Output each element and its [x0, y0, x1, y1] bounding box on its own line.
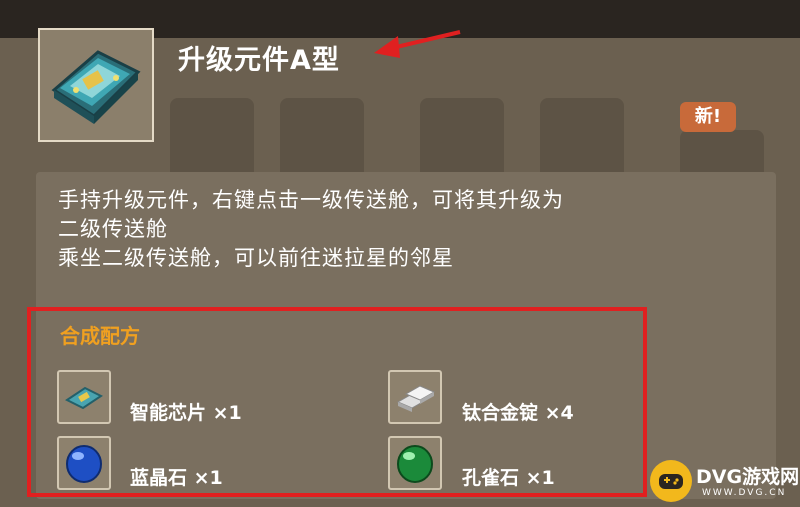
description-line: 二级传送舱 — [58, 217, 168, 241]
chip-icon — [57, 370, 111, 424]
ingredient-name: 钛合金锭 — [462, 402, 539, 424]
blue-crystal-icon — [57, 436, 111, 490]
gamepad-logo-icon — [650, 460, 692, 502]
new-badge: 新! — [680, 102, 736, 132]
ingredient-label: 蓝晶石 ×1 — [130, 463, 223, 490]
ingredient-quantity: ×1 — [525, 467, 555, 489]
inventory-slot[interactable] — [170, 98, 254, 180]
inventory-slot[interactable] — [420, 98, 504, 180]
watermark-url: WWW.DVG.CN — [702, 488, 787, 498]
ingredient-quantity: ×1 — [193, 467, 223, 489]
description-line: 手持升级元件，右键点击一级传送舱，可将其升级为 — [58, 188, 564, 212]
item-icon-frame — [38, 28, 154, 142]
annotation-arrow-icon — [374, 30, 461, 58]
item-description: 手持升级元件，右键点击一级传送舱，可将其升级为 二级传送舱 乘坐二级传送舱，可以… — [58, 186, 758, 273]
inventory-slot[interactable] — [540, 98, 624, 180]
ingredient-quantity: ×1 — [212, 402, 242, 424]
description-line: 乘坐二级传送舱，可以前往迷拉星的邻星 — [58, 246, 454, 270]
upgrade-component-icon — [51, 50, 141, 124]
ingredient-label: 智能芯片 ×1 — [130, 398, 242, 425]
item-name: 升级元件A型 — [178, 45, 340, 76]
ingredient-quantity: ×4 — [544, 402, 574, 424]
ingredient-name: 孔雀石 — [462, 467, 520, 489]
ingredient-label: 孔雀石 ×1 — [462, 463, 555, 490]
recipe-title: 合成配方 — [60, 324, 140, 348]
watermark-text: DVG游戏网 — [696, 466, 800, 488]
ingredient-name: 智能芯片 — [130, 402, 207, 424]
malachite-icon — [388, 436, 442, 490]
watermark: DVG游戏网 WWW.DVG.CN — [646, 456, 800, 507]
ingredient-name: 蓝晶石 — [130, 467, 188, 489]
titanium-ingot-icon — [388, 370, 442, 424]
ingredient-label: 钛合金锭 ×4 — [462, 398, 574, 425]
inventory-slot[interactable] — [280, 98, 364, 180]
